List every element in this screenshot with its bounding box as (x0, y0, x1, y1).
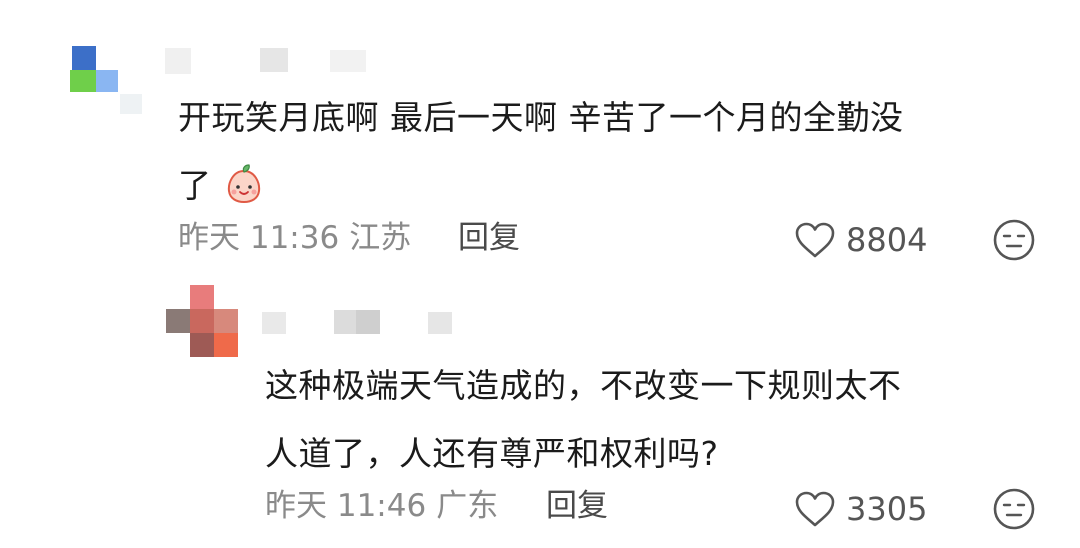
comment-location: 广东 (436, 488, 499, 524)
peach-face-emoji-icon (227, 164, 260, 204)
heart-icon (795, 491, 835, 527)
heart-icon (795, 222, 835, 258)
comment-text: 这种极端天气造成的，不改变一下规则太不 人道了，人还有尊严和权利吗? (265, 352, 1045, 488)
reply-button[interactable]: 回复 (546, 486, 608, 526)
like-button[interactable]: 8804 (794, 220, 927, 260)
dislike-face-icon[interactable] (992, 218, 1036, 262)
comment-meta: 昨天 11:46 广东 (265, 486, 498, 526)
avatar[interactable] (70, 46, 150, 120)
username[interactable] (165, 46, 375, 76)
comment-text-line-2: 人道了，人还有尊严和权利吗? (265, 434, 719, 473)
comment-time: 昨天 11:36 (178, 220, 340, 256)
comment-location: 江苏 (349, 220, 412, 256)
comment-meta: 昨天 11:36 江苏 (178, 218, 411, 258)
comment-text-line-1: 开玩笑月底啊 最后一天啊 辛苦了一个月的全勤没 (178, 98, 904, 137)
like-count: 3305 (846, 490, 928, 528)
like-button[interactable]: 3305 (794, 489, 927, 529)
like-count: 8804 (846, 221, 928, 259)
reply-button[interactable]: 回复 (458, 218, 520, 258)
comment-time: 昨天 11:46 (265, 488, 427, 524)
comment-text-line-2: 了 (178, 152, 1038, 220)
comment-text: 开玩笑月底啊 最后一天啊 辛苦了一个月的全勤没 了 (178, 84, 1038, 220)
dislike-face-icon[interactable] (992, 487, 1036, 531)
avatar[interactable] (166, 285, 240, 359)
comment-text-line-1: 这种极端天气造成的，不改变一下规则太不 (265, 366, 902, 405)
username[interactable] (262, 310, 462, 338)
